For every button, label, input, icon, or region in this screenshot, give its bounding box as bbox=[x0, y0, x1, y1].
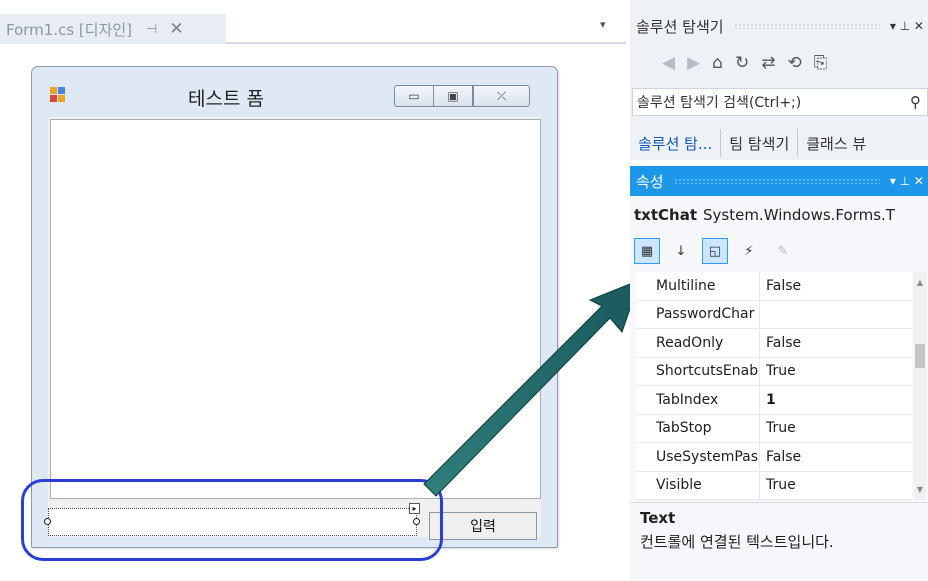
properties-toolbar: ▦ ↓ ◱ ⚡ ✎ bbox=[634, 236, 796, 266]
property-value[interactable]: False bbox=[760, 449, 801, 465]
property-name: Multiline bbox=[636, 272, 760, 300]
property-row[interactable]: Multiline False bbox=[636, 272, 912, 301]
search-icon[interactable]: ⚲ bbox=[910, 93, 921, 111]
forward-icon[interactable]: ▶ bbox=[687, 53, 700, 73]
properties-panel: 속성 ▾ ⊥ ✕ txtChat System.Windows.Forms.T … bbox=[630, 166, 928, 581]
property-name: TabStop bbox=[636, 414, 760, 442]
object-selector[interactable]: txtChat System.Windows.Forms.T bbox=[634, 202, 928, 228]
close-button[interactable]: ⤫ bbox=[473, 85, 530, 107]
scrollbar-thumb[interactable] bbox=[915, 344, 925, 368]
form-client-area: ▸ 입력 bbox=[44, 117, 541, 540]
object-type: System.Windows.Forms.T bbox=[703, 206, 895, 224]
property-scrollbar[interactable]: ▲ ▼ bbox=[914, 272, 926, 500]
highlight-ellipse bbox=[21, 479, 443, 561]
solution-search-input[interactable]: 솔루션 탐색기 검색(Ctrl+;) ⚲ bbox=[632, 88, 928, 116]
refresh-icon[interactable]: ⟲ bbox=[787, 53, 801, 73]
tab-title: Form1.cs [디자인] bbox=[6, 20, 133, 39]
properties-icon[interactable]: ◱ bbox=[702, 238, 728, 264]
tab-solution-explorer[interactable]: 솔루션 탐... bbox=[630, 129, 722, 157]
input-button[interactable]: 입력 bbox=[429, 512, 537, 540]
solution-explorer-title-bar: 솔루션 탐색기 ▾ ⊥ ✕ bbox=[630, 12, 928, 40]
description-title: Text bbox=[640, 509, 676, 527]
tab-team-explorer[interactable]: 팀 탐색기 bbox=[721, 129, 799, 157]
grip bbox=[673, 178, 880, 184]
form-window[interactable]: 테스트 폼 ▭ ▣ ⤫ ▸ 입력 bbox=[31, 66, 558, 548]
panel-title: 속성 bbox=[636, 172, 664, 191]
back-icon[interactable]: ◀ bbox=[662, 53, 675, 73]
tab-form1-design[interactable]: Form1.cs [디자인] ⊣ ✕ bbox=[0, 14, 226, 44]
property-value[interactable]: False bbox=[760, 335, 801, 351]
property-value[interactable]: False bbox=[760, 278, 801, 294]
document-tab-strip: Form1.cs [디자인] ⊣ ✕ ▾ bbox=[0, 14, 626, 44]
chat-display-textbox[interactable] bbox=[50, 119, 541, 499]
form-icon bbox=[50, 87, 66, 103]
form-title-bar: 테스트 폼 ▭ ▣ ⤫ bbox=[32, 67, 557, 117]
maximize-button[interactable]: ▣ bbox=[433, 85, 473, 107]
properties-title-bar: 속성 ▾ ⊥ ✕ bbox=[630, 166, 928, 196]
panel-controls[interactable]: ▾ ⊥ ✕ bbox=[890, 174, 924, 188]
events-icon[interactable]: ⚡ bbox=[736, 238, 762, 264]
scroll-down-icon[interactable]: ▼ bbox=[914, 485, 926, 494]
property-row[interactable]: PasswordChar bbox=[636, 300, 912, 329]
solution-explorer-panel: 솔루션 탐색기 ▾ ⊥ ✕ ◀ ▶ ⌂ ↻ ⇄ ⟲ ⎘ 솔루션 탐색기 검색(C… bbox=[630, 0, 928, 160]
property-name: TabIndex bbox=[636, 386, 760, 414]
search-placeholder: 솔루션 탐색기 검색(Ctrl+;) bbox=[637, 95, 802, 111]
maximize-icon: ▣ bbox=[447, 89, 459, 103]
property-pages-icon[interactable]: ✎ bbox=[770, 238, 796, 264]
minimize-button[interactable]: ▭ bbox=[394, 85, 434, 107]
form-title: 테스트 폼 bbox=[188, 88, 264, 110]
designer-surface: Form1.cs [디자인] ⊣ ✕ ▾ 테스트 폼 ▭ ▣ ⤫ ▸ 입력 bbox=[0, 0, 626, 581]
property-value[interactable]: 1 bbox=[760, 392, 776, 408]
home-icon[interactable]: ⌂ bbox=[712, 53, 723, 73]
pin-icon[interactable]: ⊣ bbox=[146, 22, 157, 37]
tab-class-view[interactable]: 클래스 뷰 bbox=[798, 129, 874, 157]
history-icon[interactable]: ↻ bbox=[735, 53, 749, 73]
property-row[interactable]: TabStop True bbox=[636, 414, 912, 443]
property-name: ShortcutsEnab bbox=[636, 357, 760, 385]
description-text: 컨트롤에 연결된 텍스트입니다. bbox=[640, 533, 834, 551]
close-icon[interactable]: ✕ bbox=[169, 19, 183, 39]
object-name: txtChat bbox=[634, 206, 697, 224]
categorized-icon[interactable]: ▦ bbox=[634, 238, 660, 264]
property-row[interactable]: UseSystemPas: False bbox=[636, 443, 912, 472]
property-name: PasswordChar bbox=[636, 300, 760, 328]
explorer-tabs: 솔루션 탐... 팀 탐색기 클래스 뷰 bbox=[630, 128, 928, 158]
panel-controls[interactable]: ▾ ⊥ ✕ bbox=[890, 19, 924, 33]
property-value[interactable]: True bbox=[760, 477, 796, 493]
property-row[interactable]: Visible True bbox=[636, 471, 912, 500]
property-row[interactable]: TabIndex 1 bbox=[636, 386, 912, 415]
property-description: Text 컨트롤에 연결된 텍스트입니다. bbox=[630, 502, 928, 581]
chevron-down-icon[interactable]: ▾ bbox=[600, 18, 606, 31]
grip bbox=[733, 23, 880, 29]
property-row[interactable]: ShortcutsEnab True bbox=[636, 357, 912, 386]
property-value[interactable]: True bbox=[760, 363, 796, 379]
property-row[interactable]: ReadOnly False bbox=[636, 329, 912, 358]
close-icon: ⤫ bbox=[496, 88, 507, 103]
property-name: Visible bbox=[636, 471, 760, 499]
alphabetical-icon[interactable]: ↓ bbox=[668, 238, 694, 264]
minimize-icon: ▭ bbox=[408, 89, 420, 103]
property-name: UseSystemPas: bbox=[636, 443, 760, 471]
property-value[interactable]: True bbox=[760, 420, 796, 436]
property-grid: Multiline False PasswordChar ReadOnly Fals… bbox=[636, 272, 912, 500]
solution-explorer-toolbar: ◀ ▶ ⌂ ↻ ⇄ ⟲ ⎘ bbox=[630, 46, 928, 80]
collapse-icon[interactable]: ⎘ bbox=[814, 53, 828, 73]
panel-title: 솔루션 탐색기 bbox=[636, 17, 724, 36]
sync-icon[interactable]: ⇄ bbox=[761, 53, 775, 73]
property-name: ReadOnly bbox=[636, 329, 760, 357]
scroll-up-icon[interactable]: ▲ bbox=[914, 278, 926, 287]
